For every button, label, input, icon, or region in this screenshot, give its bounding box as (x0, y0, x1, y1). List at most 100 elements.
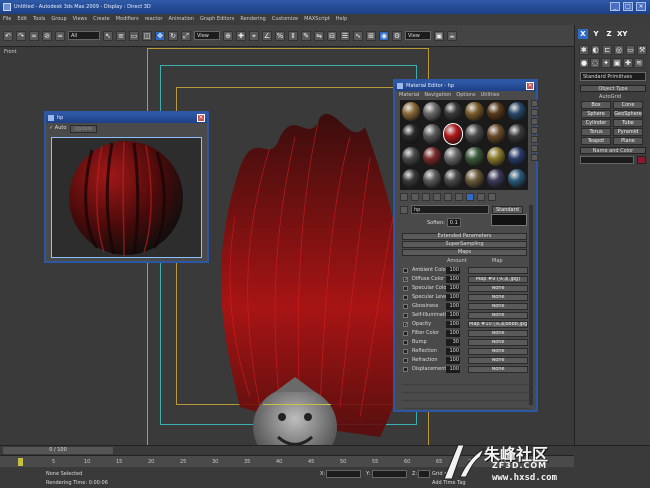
sample-slot[interactable] (486, 146, 505, 166)
reference-coord-dropdown[interactable]: View (194, 31, 220, 40)
map-enable-checkbox[interactable] (403, 349, 408, 354)
options-icon[interactable] (531, 154, 538, 161)
sample-slot[interactable] (465, 146, 484, 166)
selection-filter-dropdown[interactable]: All (68, 31, 100, 40)
map-enable-checkbox[interactable] (403, 358, 408, 363)
cameras-icon[interactable]: ▣ (612, 58, 622, 68)
map-amount-field[interactable]: 100 (446, 285, 460, 292)
motion-tab-icon[interactable]: ◎ (614, 45, 624, 55)
angle-snap-icon[interactable]: ∠ (262, 30, 272, 41)
geometry-icon[interactable]: ● (579, 58, 589, 68)
update-button[interactable]: Update (70, 125, 97, 133)
medit-menu-navigation[interactable]: Navigation (424, 92, 451, 98)
map-enable-checkbox[interactable] (403, 340, 408, 345)
viewport-label[interactable]: Front (4, 49, 17, 55)
link-icon[interactable]: ∞ (29, 30, 39, 41)
sample-slots[interactable] (400, 100, 528, 190)
select-by-name-icon[interactable]: ≡ (116, 30, 126, 41)
map-slot-button[interactable]: None (468, 330, 528, 337)
material-name-field[interactable]: hp (411, 205, 489, 214)
primitive-category-dropdown[interactable]: Standard Primitives (580, 72, 646, 81)
select-object-icon[interactable]: ↖ (103, 30, 113, 41)
sample-slot[interactable] (444, 102, 463, 122)
sample-slot[interactable] (465, 102, 484, 122)
map-amount-field[interactable]: 100 (446, 330, 460, 337)
cone-button[interactable]: Cone (613, 101, 643, 109)
menu-tools[interactable]: Tools (33, 14, 45, 25)
put-library-icon[interactable] (455, 193, 463, 201)
sample-slot[interactable] (423, 146, 442, 166)
sample-slot[interactable] (423, 102, 442, 122)
assign-material-icon[interactable] (422, 193, 430, 201)
edit-named-selection-icon[interactable]: ✎ (301, 30, 311, 41)
geosphere-button[interactable]: GeoSphere (613, 110, 643, 118)
object-color-swatch[interactable] (637, 156, 646, 164)
bind-space-warp-icon[interactable]: ≈ (55, 30, 65, 41)
select-rotate-icon[interactable]: ↻ (168, 30, 178, 41)
sample-slot[interactable] (507, 102, 526, 122)
map-slot-button[interactable]: None (468, 357, 528, 364)
unlink-icon[interactable]: ⊘ (42, 30, 52, 41)
maximize-button[interactable]: □ (623, 2, 633, 11)
sample-slot[interactable] (402, 124, 421, 144)
sample-slot[interactable] (402, 102, 421, 122)
map-enable-checkbox[interactable] (403, 367, 408, 372)
render-frame-icon[interactable]: ▣ (434, 30, 444, 41)
map-amount-field[interactable]: 100 (446, 357, 460, 364)
utilities-tab-icon[interactable]: ⚒ (637, 45, 648, 55)
menu-file[interactable]: File (3, 14, 11, 25)
layer-manager-icon[interactable]: ☰ (340, 30, 350, 41)
render-view-dropdown[interactable]: View (405, 31, 431, 40)
sphere-button[interactable]: Sphere (581, 110, 611, 118)
material-type-button[interactable]: Standard (492, 205, 523, 214)
map-enable-checkbox[interactable] (403, 331, 408, 336)
menu-rendering[interactable]: Rendering (240, 14, 266, 25)
menu-maxscript[interactable]: MAXScript (304, 14, 330, 25)
minimize-button[interactable]: _ (610, 2, 620, 11)
map-amount-field[interactable]: 100 (446, 267, 460, 274)
select-move-icon[interactable]: ✥ (155, 30, 165, 41)
schematic-view-icon[interactable]: ⊞ (366, 30, 376, 41)
pivot-center-icon[interactable]: ⊕ (223, 30, 233, 41)
sample-slot[interactable] (423, 168, 442, 188)
select-scale-icon[interactable]: ⤢ (181, 30, 191, 41)
map-amount-field[interactable]: 100 (446, 321, 460, 328)
rectangular-selection-icon[interactable]: ▭ (129, 30, 139, 41)
reset-map-icon[interactable] (433, 193, 441, 201)
object-type-rollout[interactable]: Object Type (580, 85, 646, 92)
map-slot-button[interactable]: None (468, 312, 528, 319)
map-enable-checkbox[interactable] (403, 286, 408, 291)
sample-slot[interactable] (444, 168, 463, 188)
space-warps-icon[interactable]: ≋ (634, 58, 644, 68)
current-frame-marker[interactable] (18, 458, 23, 466)
sample-slot[interactable] (423, 124, 442, 144)
modify-tab-icon[interactable]: ◐ (590, 45, 601, 55)
medit-menu-material[interactable]: Material (399, 92, 419, 98)
sample-slot[interactable] (486, 102, 505, 122)
soften-value[interactable]: 0.1 (446, 218, 461, 227)
align-icon[interactable]: ⊟ (327, 30, 337, 41)
axis-x-button[interactable]: X (578, 29, 588, 39)
menu-graph-editors[interactable]: Graph Editors (200, 14, 234, 25)
menu-modifiers[interactable]: Modifiers (116, 14, 139, 25)
preview-close-icon[interactable]: × (197, 114, 205, 122)
time-slider[interactable]: 0 / 100 (3, 447, 113, 454)
menu-animation[interactable]: Animation (168, 14, 194, 25)
shapes-icon[interactable]: ◌ (590, 58, 600, 68)
z-coord-field[interactable] (418, 470, 430, 478)
torus-button[interactable]: Torus (581, 128, 611, 136)
map-slot-button[interactable]: None (468, 339, 528, 346)
map-amount-field[interactable]: 100 (446, 312, 460, 319)
backlight-icon[interactable] (531, 109, 538, 116)
close-button[interactable]: × (636, 2, 646, 11)
sample-slot[interactable] (443, 123, 464, 145)
create-tab-icon[interactable]: ✱ (579, 45, 589, 55)
show-end-result-icon[interactable] (477, 193, 485, 201)
extended-parameters-rollout[interactable]: Extended Parameters (402, 233, 527, 240)
menu-customize[interactable]: Customize (272, 14, 298, 25)
map-slot-button[interactable]: Map #9 (头发.jpg) (468, 276, 528, 283)
sample-slot[interactable] (402, 168, 421, 188)
map-enable-checkbox[interactable] (403, 268, 408, 273)
map-enable-checkbox[interactable] (403, 304, 408, 309)
medit-menu-utilities[interactable]: Utilities (481, 92, 500, 98)
